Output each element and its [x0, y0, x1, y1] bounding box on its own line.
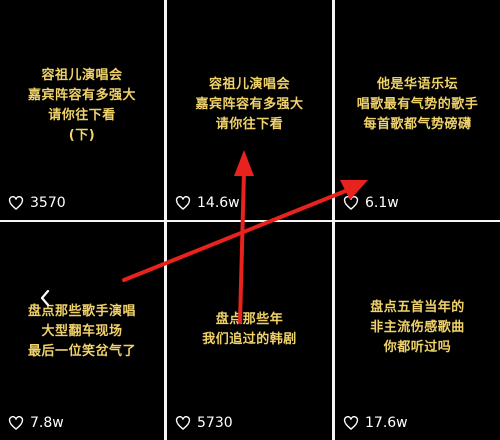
like-count: 14.6w: [175, 195, 240, 211]
caption-line: 每首歌都气势磅礴: [363, 117, 472, 132]
video-tile-2[interactable]: 容祖儿演唱会 嘉宾阵容有多强大 请你往下看 14.6w: [167, 0, 332, 220]
like-count-value: 17.6w: [365, 415, 408, 431]
heart-outline-icon: [343, 416, 359, 430]
like-count-value: 7.8w: [30, 415, 64, 431]
heart-outline-icon: [8, 416, 24, 430]
video-caption: 盘点那些年 我们追过的韩剧: [167, 310, 332, 350]
like-count-value: 14.6w: [197, 195, 240, 211]
caption-line: 他是华语乐坛: [376, 77, 458, 92]
video-tile-6[interactable]: 盘点五首当年的 非主流伤感歌曲 你都听过吗 17.6w: [335, 222, 500, 440]
like-count: 17.6w: [343, 415, 408, 431]
heart-outline-icon: [8, 196, 24, 210]
caption-line: 盘点那些年: [215, 312, 284, 327]
video-tile-4[interactable]: 盘点那些歌手演唱 大型翻车现场 最后一位笑岔气了 7.8w: [0, 222, 164, 440]
caption-line: 我们追过的韩剧: [202, 332, 297, 347]
video-caption: 他是华语乐坛 唱歌最有气势的歌手 每首歌都气势磅礴: [335, 75, 500, 135]
like-count-value: 5730: [197, 415, 233, 431]
like-count: 6.1w: [343, 195, 399, 211]
like-count: 3570: [8, 195, 66, 211]
caption-line: 大型翻车现场: [41, 324, 123, 339]
caption-line: 唱歌最有气势的歌手: [356, 97, 479, 112]
caption-line: 非主流伤感歌曲: [370, 320, 465, 335]
caption-line: 盘点五首当年的: [370, 300, 465, 315]
heart-outline-icon: [175, 416, 191, 430]
heart-outline-icon: [175, 196, 191, 210]
video-caption: 盘点五首当年的 非主流伤感歌曲 你都听过吗: [335, 298, 500, 358]
video-grid: 容祖儿演唱会 嘉宾阵容有多强大 请你往下看 (下) 3570 容祖儿演唱会 嘉宾…: [0, 0, 500, 440]
video-caption: 容祖儿演唱会 嘉宾阵容有多强大 请你往下看 (下): [0, 66, 164, 146]
video-tile-1[interactable]: 容祖儿演唱会 嘉宾阵容有多强大 请你往下看 (下) 3570: [0, 0, 164, 220]
caption-line: (下): [68, 128, 96, 143]
caption-line: 请你往下看: [48, 108, 116, 123]
like-count-value: 6.1w: [365, 195, 399, 211]
caption-line: 嘉宾阵容有多强大: [195, 97, 304, 112]
caption-line: 你都听过吗: [383, 340, 452, 355]
caption-line: 请你往下看: [215, 117, 284, 132]
chevron-left-icon[interactable]: [40, 289, 50, 310]
caption-line: 容祖儿演唱会: [208, 77, 290, 92]
caption-line: 嘉宾阵容有多强大: [27, 88, 136, 103]
heart-outline-icon: [343, 196, 359, 210]
video-caption: 盘点那些歌手演唱 大型翻车现场 最后一位笑岔气了: [0, 302, 164, 362]
caption-line: 最后一位笑岔气了: [27, 344, 136, 359]
video-tile-3[interactable]: 他是华语乐坛 唱歌最有气势的歌手 每首歌都气势磅礴 6.1w: [335, 0, 500, 220]
video-caption: 容祖儿演唱会 嘉宾阵容有多强大 请你往下看: [167, 75, 332, 135]
like-count: 5730: [175, 415, 233, 431]
caption-line: 盘点那些歌手演唱: [27, 304, 136, 319]
caption-line: 容祖儿演唱会: [41, 68, 123, 83]
like-count-value: 3570: [30, 195, 66, 211]
video-tile-5[interactable]: 盘点那些年 我们追过的韩剧 5730: [167, 222, 332, 440]
like-count: 7.8w: [8, 415, 64, 431]
